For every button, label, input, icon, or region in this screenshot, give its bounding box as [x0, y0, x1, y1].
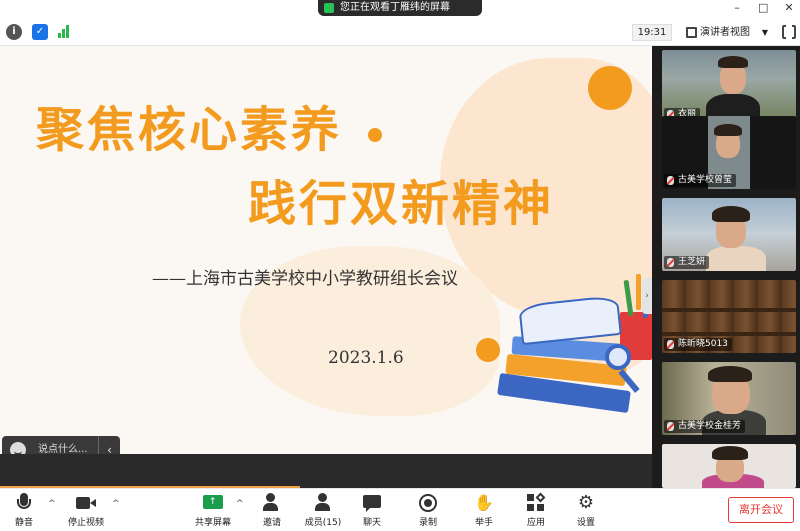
participant-tile[interactable]: 古美学校金桂芳: [662, 362, 796, 435]
slide-subtitle: ——上海市古美学校中小学教研组长会议: [152, 269, 458, 289]
apps-icon: [526, 492, 546, 513]
decor-circle: [476, 338, 500, 362]
members-button[interactable]: 成员(15): [304, 493, 342, 528]
hand-icon: ✋: [474, 493, 494, 512]
signal-icon[interactable]: [58, 24, 72, 38]
mic-muted-icon: [667, 422, 674, 431]
info-icon[interactable]: i: [6, 24, 22, 40]
participant-tile[interactable]: 王芝妍: [662, 198, 796, 271]
minimize-button[interactable]: –: [732, 1, 742, 17]
raise-hand-button[interactable]: ✋ 举手: [472, 493, 496, 528]
decor-circle: [588, 66, 632, 110]
members-label: 成员(15): [304, 518, 342, 528]
share-screen-button[interactable]: ↑ 共享屏幕: [194, 493, 232, 528]
mic-muted-icon: [667, 340, 674, 349]
chat-icon: [362, 493, 382, 513]
participant-tile[interactable]: [662, 444, 796, 488]
microphone-icon: [14, 493, 34, 513]
stop-video-button[interactable]: 停止视频: [64, 493, 108, 528]
mic-muted-icon: [667, 258, 674, 267]
screen-share-notice: 您正在观看丁雁纬的屏幕: [318, 0, 482, 16]
chat-label: 聊天: [362, 518, 381, 528]
window-titlebar: 您正在观看丁雁纬的屏幕 – □ ✕: [0, 0, 800, 18]
share-screen-label: 共享屏幕: [194, 518, 231, 528]
chevron-up-icon[interactable]: ^: [48, 499, 56, 509]
close-button[interactable]: ✕: [784, 1, 794, 17]
add-user-icon: [262, 493, 282, 513]
gear-icon: ⚙: [577, 492, 595, 513]
meeting-controls: 静音 ^ 停止视频 ^ ↑ 共享屏幕 ^ 邀请 成员(15) 聊天 录制 ✋ 举…: [0, 488, 800, 531]
fullscreen-icon[interactable]: [782, 24, 796, 40]
chevron-left-icon[interactable]: ‹: [98, 436, 120, 454]
chevron-up-icon[interactable]: ^: [112, 499, 120, 509]
shield-icon[interactable]: ✓: [32, 24, 48, 40]
slide-title-line1: 聚焦核心素养: [36, 102, 343, 158]
panel-collapse-tab[interactable]: ›: [642, 278, 652, 314]
participant-tile[interactable]: 陈昕晓5013: [662, 280, 796, 353]
chevron-down-icon: ▼: [761, 28, 768, 37]
share-notice-text: 您正在观看丁雁纬的屏幕: [340, 2, 450, 13]
participant-name: 古美学校曾莹: [664, 174, 737, 187]
emoji-icon[interactable]: [10, 442, 26, 454]
camera-icon: [76, 493, 96, 513]
record-icon: [418, 493, 438, 513]
decor-dot: [368, 128, 382, 142]
invite-label: 邀请: [262, 518, 281, 528]
chevron-up-icon[interactable]: ^: [236, 499, 244, 509]
invite-button[interactable]: 邀请: [260, 493, 284, 528]
speaker-view-icon: [686, 27, 697, 38]
window-controls: – □ ✕: [732, 1, 794, 17]
participant-name: 陈昕晓5013: [664, 338, 732, 351]
settings-label: 设置: [576, 518, 595, 528]
chat-placeholder: 说点什么...: [38, 444, 88, 454]
apps-button[interactable]: 应用: [524, 492, 548, 528]
meeting-timer: 19:31: [632, 24, 672, 41]
record-button[interactable]: 录制: [416, 493, 440, 528]
record-label: 录制: [418, 518, 437, 528]
raise-hand-label: 举手: [474, 518, 493, 528]
members-icon: [313, 493, 333, 513]
participant-name: 王芝妍: [664, 256, 710, 269]
meeting-toolbar: i ✓ 19:31 演讲者视图 ▼: [0, 20, 800, 46]
quick-chat-input[interactable]: 说点什么... ‹: [2, 436, 120, 454]
leave-meeting-button[interactable]: 离开会议: [728, 497, 794, 523]
stop-video-label: 停止视频: [67, 518, 104, 528]
slide-date: 2023.1.6: [328, 348, 404, 368]
shared-slide: 聚焦核心素养 践行双新精神 ——上海市古美学校中小学教研组长会议 2023.1.…: [0, 46, 652, 454]
chat-button[interactable]: 聊天: [360, 493, 384, 528]
participant-tile[interactable]: 衣丽: [662, 50, 796, 123]
settings-button[interactable]: ⚙ 设置: [574, 492, 598, 529]
participant-tile[interactable]: 古美学校曾莹: [662, 116, 796, 189]
view-mode-label: 演讲者视图: [700, 27, 750, 38]
mute-button[interactable]: 静音: [8, 493, 40, 528]
share-indicator-icon: [324, 3, 334, 13]
mic-muted-icon: [667, 176, 674, 185]
view-mode-dropdown[interactable]: 演讲者视图 ▼: [684, 24, 772, 41]
magnifier-icon: [605, 344, 631, 370]
meeting-window: 您正在观看丁雁纬的屏幕 – □ ✕ i ✓ 19:31 演讲者视图 ▼ 聚焦核心…: [0, 0, 800, 531]
participant-name: 古美学校金桂芳: [664, 420, 746, 433]
share-screen-icon: ↑: [203, 493, 223, 513]
slide-title-line2: 践行双新精神: [248, 176, 555, 232]
mute-label: 静音: [14, 518, 33, 528]
apps-label: 应用: [526, 518, 545, 528]
participant-gallery: 衣丽 古美学校曾莹 王芝妍 陈昕晓5013 古美学校金桂芳: [652, 46, 800, 488]
maximize-button[interactable]: □: [758, 1, 768, 17]
slide-bottom-band: [0, 454, 652, 488]
pencil-icon: [636, 274, 641, 310]
